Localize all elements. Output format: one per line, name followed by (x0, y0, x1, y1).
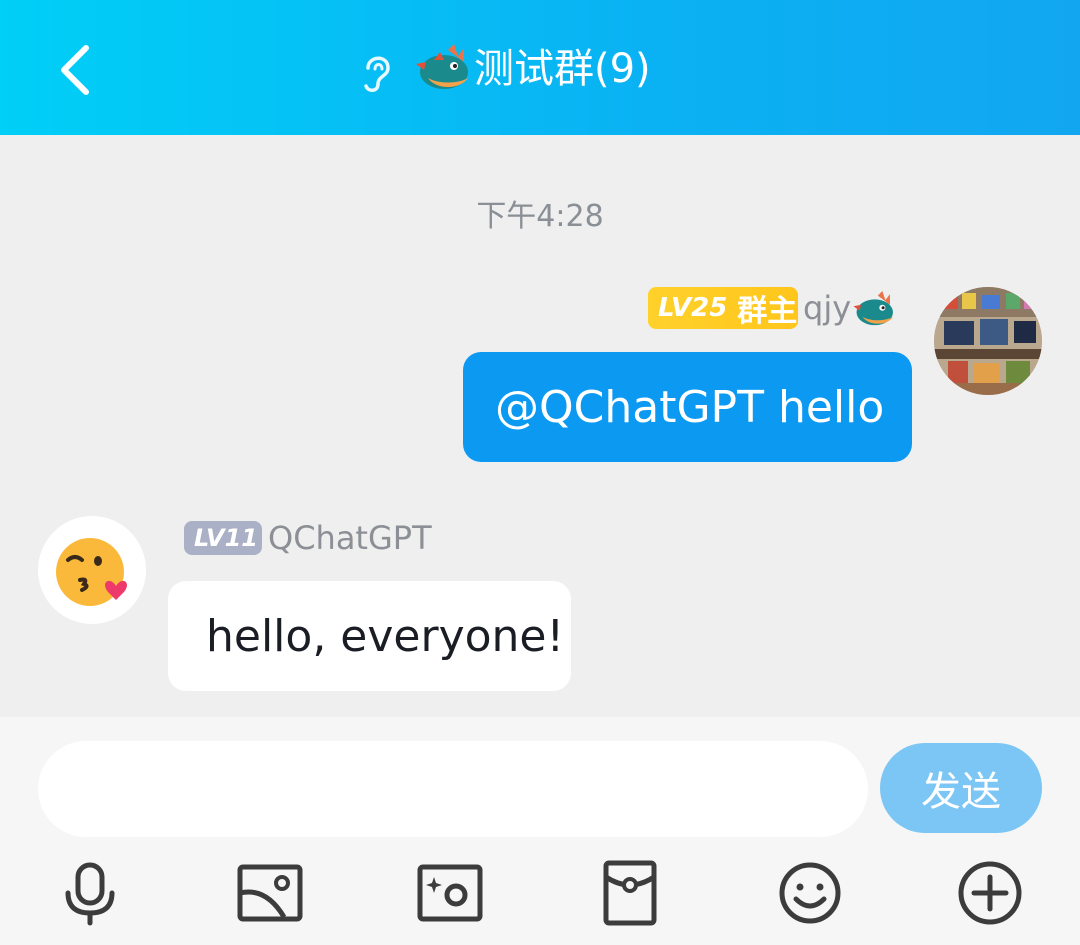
chat-area[interactable]: 下午4:28 LV25 群主 qjy @QChatGPT hello LV11 … (0, 135, 1080, 717)
sender-name[interactable]: qjy (803, 287, 851, 329)
message-text: @QChatGPT hello (495, 381, 885, 433)
avatar[interactable] (38, 516, 146, 624)
input-bar: 发送 (0, 717, 1080, 945)
message-input[interactable] (38, 741, 868, 837)
level-label: LV11 (194, 524, 258, 552)
camera-icon[interactable] (416, 859, 484, 927)
kissing-face-icon (56, 538, 127, 606)
role-label: 群主 (737, 294, 798, 329)
microphone-icon[interactable] (56, 859, 124, 927)
sender-name[interactable]: QChatGPT (268, 518, 432, 558)
image-icon[interactable] (236, 859, 304, 927)
plus-icon[interactable] (956, 859, 1024, 927)
message-bubble[interactable]: hello, everyone! (168, 581, 571, 691)
level-badge: LV25 群主 (648, 287, 798, 329)
dragon-emoji-icon (414, 42, 472, 96)
chat-header: 测试群(9) (0, 0, 1080, 135)
message-text: hello, everyone! (206, 610, 565, 662)
message-bubble[interactable]: @QChatGPT hello (463, 352, 912, 462)
ear-icon[interactable] (358, 48, 398, 96)
message-timestamp: 下午4:28 (476, 199, 604, 234)
page-title: 测试群(9) (474, 46, 651, 92)
avatar[interactable] (934, 287, 1042, 395)
chevron-left-icon (61, 45, 89, 95)
dragon-emoji-icon (852, 289, 896, 331)
level-badge: LV11 (184, 521, 262, 555)
send-button[interactable]: 发送 (880, 743, 1042, 833)
emoji-icon[interactable] (776, 859, 844, 927)
red-packet-icon[interactable] (596, 859, 664, 927)
level-label: LV25 (658, 293, 728, 323)
back-button[interactable] (52, 42, 100, 98)
